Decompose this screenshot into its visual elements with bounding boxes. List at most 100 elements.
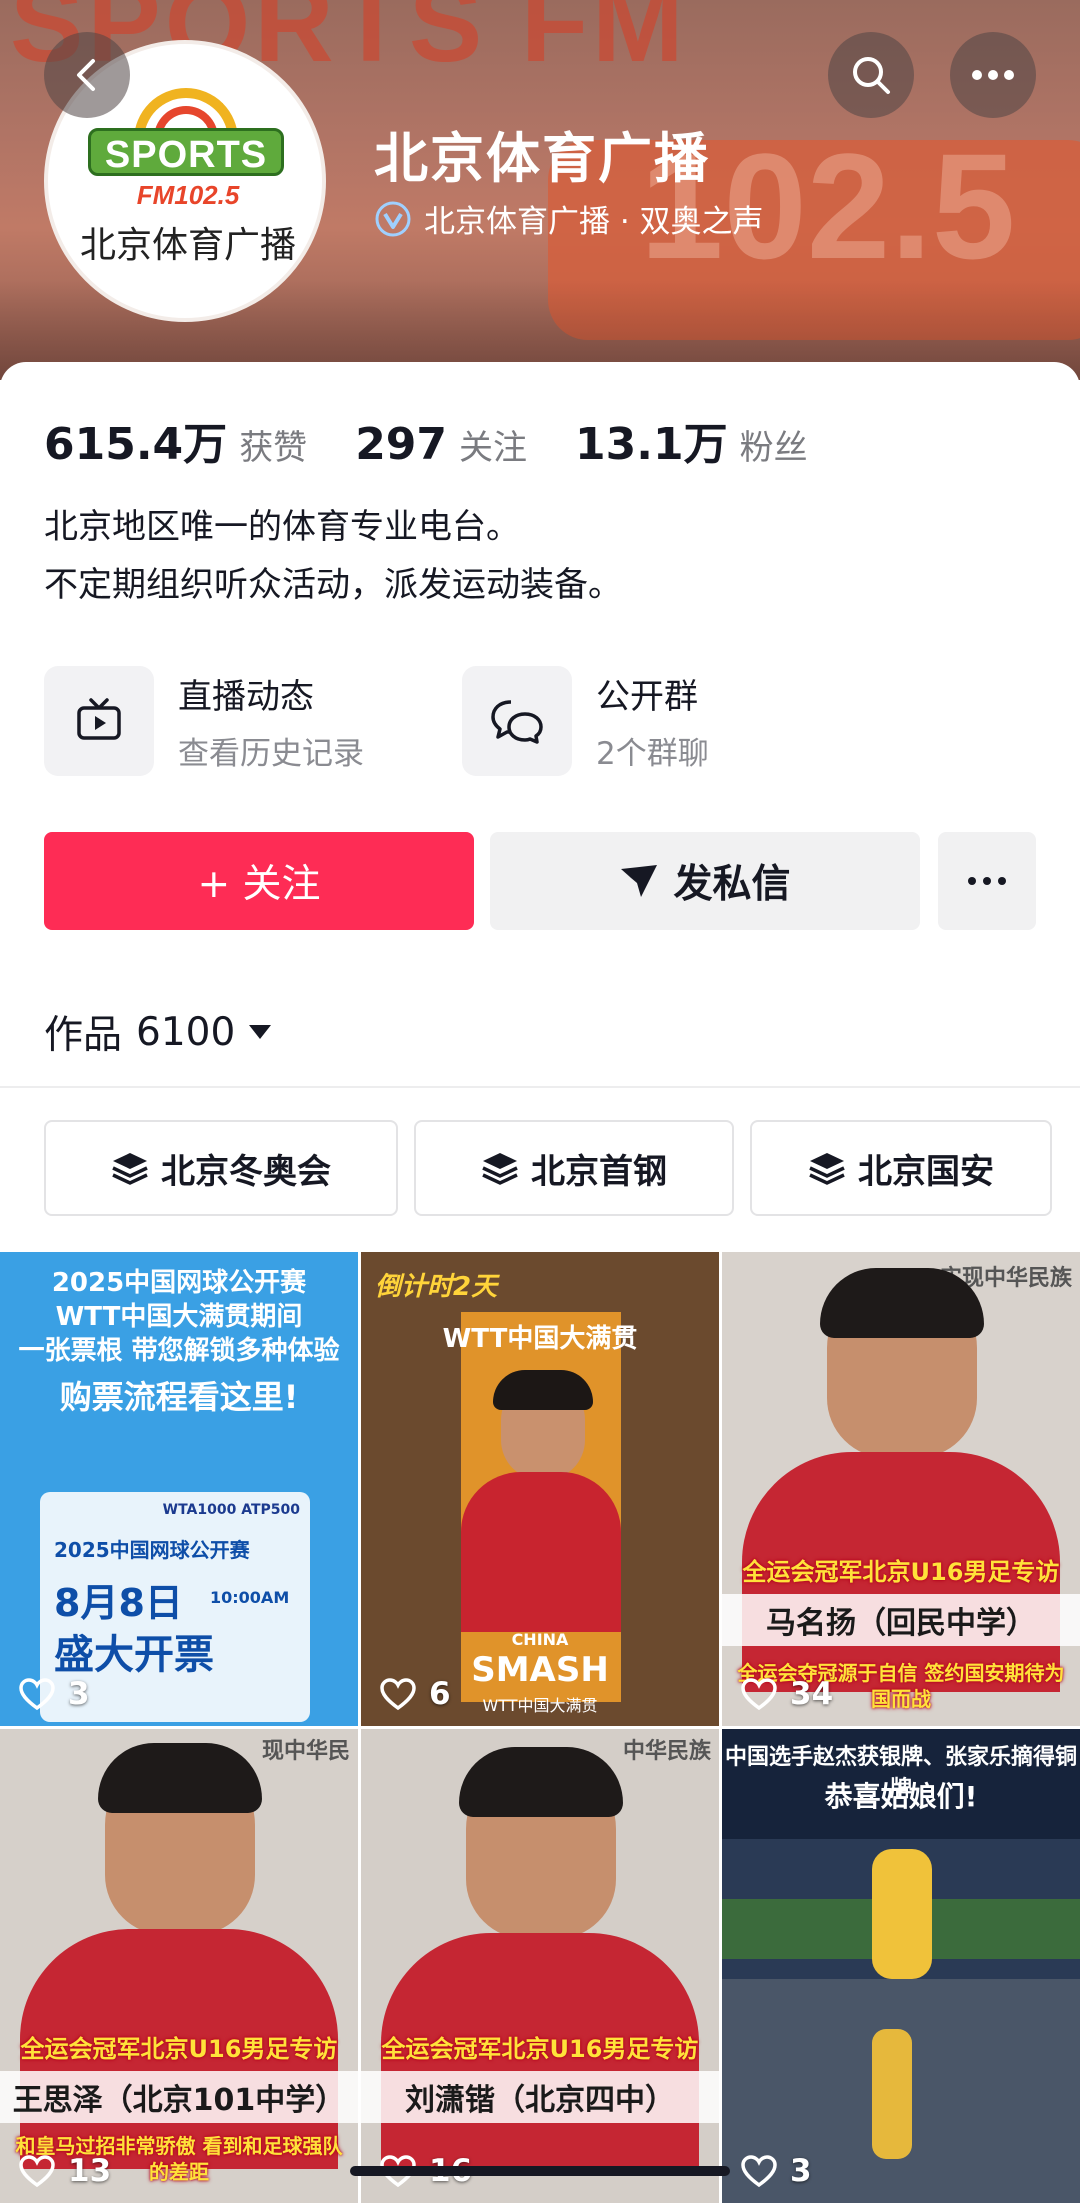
message-label: 发私信	[673, 862, 791, 907]
countdown-text: 倒计时2天	[375, 1272, 498, 1302]
collection-chip[interactable]: 北京首钢	[414, 1120, 734, 1216]
wall-slogan: 现中华民	[261, 1739, 350, 1764]
caret-down-icon	[249, 1025, 272, 1039]
like-count: 34	[740, 1676, 833, 1712]
stats-row: 615.4万 获赞 297 关注 13.1万 粉丝	[44, 408, 856, 472]
search-button[interactable]	[828, 32, 914, 118]
feature-title: 直播动态	[178, 677, 314, 717]
stat-label: 关注	[459, 428, 528, 468]
interviewee-name: 刘潇锴（北京四中）	[361, 2071, 719, 2123]
divider	[0, 1086, 1080, 1088]
heart-icon	[19, 1678, 55, 1711]
video-caption: 全运会冠军北京U16男足专访	[381, 2035, 699, 2063]
feature-text: 公开群 2个群聊	[596, 669, 709, 773]
video-tile[interactable]: 现中华民 全运会冠军北京U16男足专访 王思泽（北京101中学） 和皇马过招非常…	[0, 1729, 358, 2203]
poster-headline: 购票流程看这里!	[59, 1378, 299, 1416]
feature-subtitle: 查看历史记录	[178, 736, 364, 772]
poster-line: WTT中国大满贯期间	[55, 1302, 303, 1332]
stat-following[interactable]: 297 关注	[355, 419, 527, 470]
profile-name: 北京体育广播	[374, 127, 710, 190]
person-hair	[459, 1747, 623, 1817]
video-tile[interactable]: 实现中华民族 全运会冠军北京U16男足专访 马名扬（回民中学） 全运会夺冠源于自…	[722, 1252, 1080, 1726]
verification-text: 北京体育广播 · 双奥之声	[424, 204, 764, 240]
feature-title: 公开群	[596, 677, 698, 717]
home-indicator[interactable]	[350, 2166, 730, 2176]
feature-icon-box	[462, 666, 572, 776]
like-count-value: 3	[790, 2153, 812, 2189]
chevron-left-icon	[77, 59, 95, 91]
like-count: 3	[740, 2153, 812, 2189]
layers-icon	[112, 1153, 148, 1185]
collection-label: 北京国安	[858, 1151, 994, 1192]
collection-chip[interactable]: 北京国安	[750, 1120, 1052, 1216]
feature-text: 直播动态 查看历史记录	[178, 669, 364, 773]
like-count-value: 3	[68, 1676, 90, 1712]
send-plane-icon	[621, 865, 658, 897]
feature-icon-box	[44, 666, 154, 776]
logo-fm-text: FM102.5	[136, 180, 240, 210]
poster-date: 8月8日	[54, 1581, 183, 1625]
more-options-button[interactable]	[950, 32, 1036, 118]
like-count-value: 6	[429, 1676, 451, 1712]
stat-value: 297	[355, 419, 448, 470]
like-count-value: 34	[790, 1676, 834, 1712]
like-count: 3	[18, 1676, 90, 1712]
poster-line: 一张票根 带您解锁多种体验	[18, 1336, 340, 1366]
profile-more-button[interactable]	[938, 832, 1036, 930]
like-count: 6	[379, 1676, 451, 1712]
banner-line: CHINA	[511, 1630, 569, 1649]
message-button[interactable]: 发私信	[490, 832, 920, 930]
stat-value: 615.4万	[44, 419, 228, 470]
heart-icon	[19, 2155, 55, 2188]
search-icon	[853, 57, 890, 94]
collection-chip[interactable]: 北京冬奥会	[44, 1120, 398, 1216]
follow-button[interactable]: + 关注	[44, 832, 474, 930]
interviewee-name: 王思泽（北京101中学）	[0, 2071, 358, 2123]
person-hair	[98, 1743, 262, 1813]
collection-label: 北京首钢	[531, 1151, 667, 1192]
bio-line: 北京地区唯一的体育专业电台。	[44, 507, 520, 547]
stat-label: 获赞	[239, 428, 308, 468]
poster-open: 盛大开票	[54, 1632, 214, 1678]
event-title: WTT中国大满贯	[442, 1324, 638, 1354]
feature-live-history[interactable]: 直播动态 查看历史记录	[44, 666, 364, 776]
video-tile[interactable]: 倒计时2天 WTT中国大满贯 CHINA SMASH WTT中国大满贯 6	[361, 1252, 719, 1726]
person-hair	[820, 1268, 984, 1338]
video-tile[interactable]: 中华民族 全运会冠军北京U16男足专访 刘潇锴（北京四中） 16	[361, 1729, 719, 2203]
video-headline-2: 恭喜姑娘们!	[824, 1780, 978, 1813]
like-count: 13	[18, 2153, 111, 2189]
heart-icon	[741, 1678, 777, 1711]
logo-chinese-text: 北京体育广播	[79, 225, 296, 266]
like-count-value: 13	[68, 2153, 112, 2189]
tv-icon	[77, 698, 121, 740]
stat-value: 13.1万	[575, 419, 728, 470]
more-dots-icon	[968, 877, 1006, 885]
more-dots-icon	[972, 70, 1014, 80]
verified-badge-icon	[375, 201, 411, 236]
collection-label: 北京冬奥会	[161, 1151, 331, 1192]
stat-likes[interactable]: 615.4万 获赞	[44, 408, 307, 472]
video-caption: 全运会冠军北京U16男足专访	[20, 2035, 338, 2063]
poster-time: 10:00AM	[210, 1588, 290, 1607]
athlete-figure	[872, 1849, 932, 1979]
player-hair	[493, 1370, 593, 1410]
wall-slogan: 中华民族	[622, 1739, 711, 1764]
works-tab[interactable]: 作品 6100	[44, 1004, 272, 1060]
verification-row: 北京体育广播 · 双奥之声	[374, 196, 764, 241]
video-tile[interactable]: 2025中国网球公开赛 WTT中国大满贯期间 一张票根 带您解锁多种体验 购票流…	[0, 1252, 358, 1726]
back-button[interactable]	[44, 32, 130, 118]
stat-followers[interactable]: 13.1万 粉丝	[575, 408, 808, 472]
chat-bubbles-icon	[491, 700, 543, 744]
logo-sports-text: SPORTS	[88, 128, 284, 176]
works-label: 作品	[44, 1013, 123, 1058]
layers-icon	[809, 1153, 845, 1185]
athlete-figure-2	[872, 2029, 912, 2159]
stat-label: 粉丝	[739, 428, 808, 468]
feature-public-group[interactable]: 公开群 2个群聊	[462, 666, 709, 776]
video-tile[interactable]: 中国选手赵杰获银牌、张家乐摘得铜牌 恭喜姑娘们! 3	[722, 1729, 1080, 2203]
heart-icon	[741, 2155, 777, 2188]
bio-line: 不定期组织听众活动，派发运动装备。	[44, 565, 622, 605]
poster-badge: WTA1000 ATP500	[162, 1502, 300, 1518]
feature-subtitle: 2个群聊	[596, 736, 709, 772]
collections-row: 北京冬奥会 北京首钢 北京国安	[44, 1120, 1068, 1216]
